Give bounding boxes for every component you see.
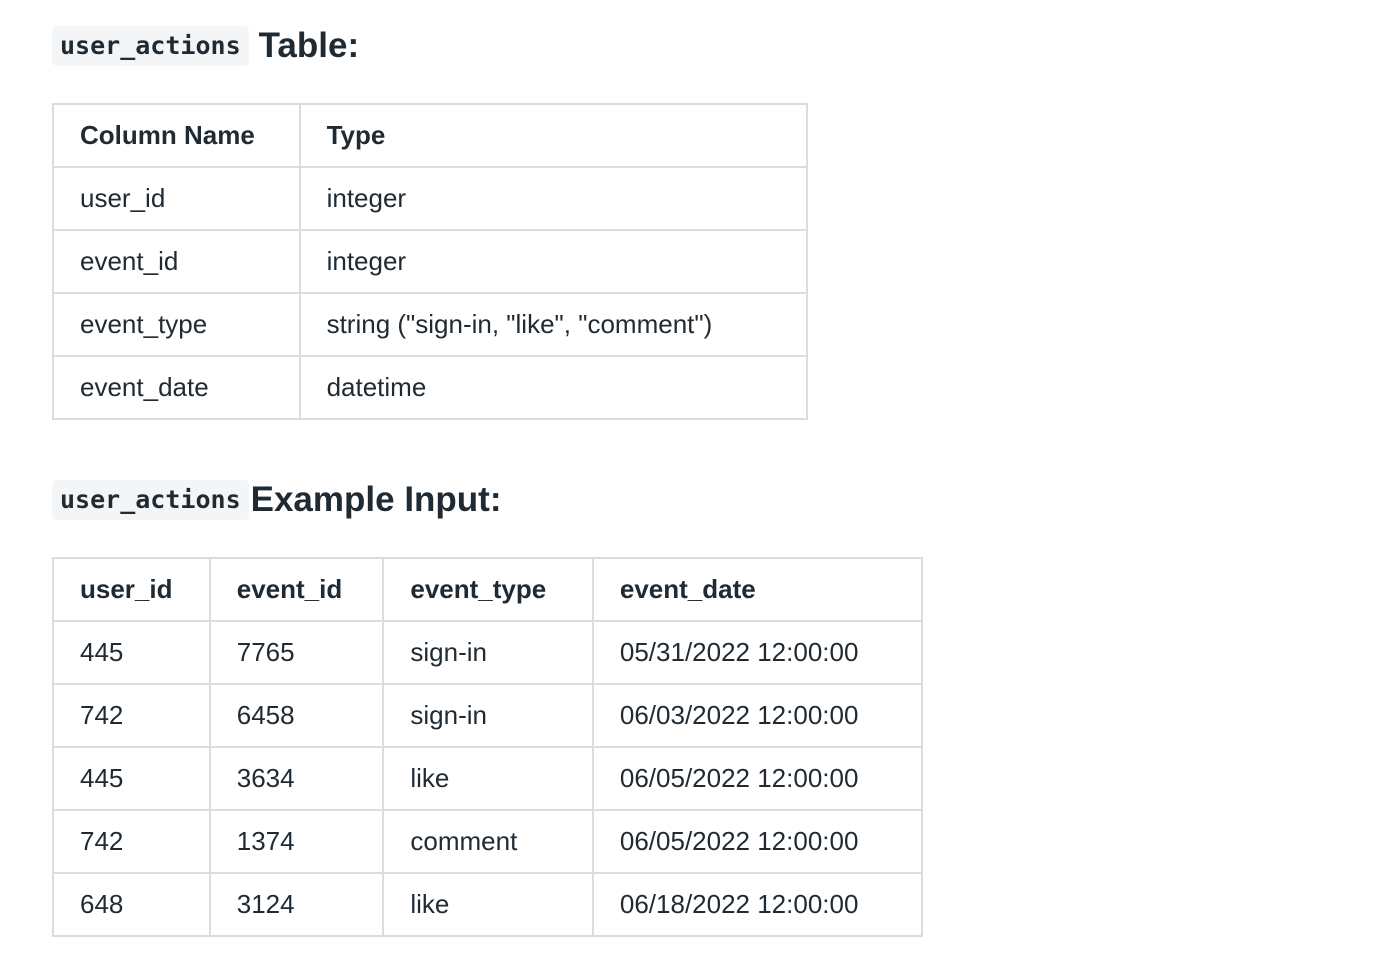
table-cell: integer <box>298 166 809 231</box>
table-cell: 742 <box>52 683 211 748</box>
table-cell: 445 <box>52 620 211 685</box>
table-cell: like <box>382 746 594 811</box>
column-header: user_id <box>52 557 211 622</box>
table-header-row: Column Name Type <box>52 103 809 168</box>
table-cell: event_date <box>52 355 301 420</box>
table-cell: 06/05/2022 12:00:00 <box>591 746 924 811</box>
table-cell: comment <box>382 809 594 874</box>
table-name-code: user_actions <box>52 26 249 66</box>
table-cell: sign-in <box>382 683 594 748</box>
table-row: 742 6458 sign-in 06/03/2022 12:00:00 <box>52 683 924 748</box>
table-cell: 742 <box>52 809 211 874</box>
table-cell: like <box>382 872 594 937</box>
table-name-code: user_actions <box>52 480 249 520</box>
table-row: event_id integer <box>52 229 809 294</box>
table-cell: 1374 <box>208 809 385 874</box>
table-cell: 06/03/2022 12:00:00 <box>591 683 924 748</box>
table-cell: 3124 <box>208 872 385 937</box>
table-row: event_type string ("sign-in, "like", "co… <box>52 292 809 357</box>
table-cell: event_type <box>52 292 301 357</box>
example-section-heading: user_actions Example Input: <box>52 480 502 520</box>
schema-table: Column Name Type user_id integer event_i… <box>52 103 809 420</box>
table-header-row: user_id event_id event_type event_date <box>52 557 924 622</box>
column-header: event_type <box>382 557 594 622</box>
column-header: event_id <box>208 557 385 622</box>
table-cell: 445 <box>52 746 211 811</box>
column-header: Column Name <box>52 103 301 168</box>
schema-heading-text: Table: <box>258 26 360 65</box>
table-cell: sign-in <box>382 620 594 685</box>
column-header: Type <box>298 103 809 168</box>
table-cell: 06/18/2022 12:00:00 <box>591 872 924 937</box>
column-header: event_date <box>591 557 924 622</box>
table-row: 445 7765 sign-in 05/31/2022 12:00:00 <box>52 620 924 685</box>
table-row: user_id integer <box>52 166 809 231</box>
table-row: 648 3124 like 06/18/2022 12:00:00 <box>52 872 924 937</box>
table-cell: 7765 <box>208 620 385 685</box>
table-cell: 3634 <box>208 746 385 811</box>
example-input-table: user_id event_id event_type event_date 4… <box>52 557 924 937</box>
table-row: 742 1374 comment 06/05/2022 12:00:00 <box>52 809 924 874</box>
table-cell: 05/31/2022 12:00:00 <box>591 620 924 685</box>
table-cell: 6458 <box>208 683 385 748</box>
table-cell: user_id <box>52 166 301 231</box>
example-heading-text: Example Input: <box>250 480 502 519</box>
table-cell: integer <box>298 229 809 294</box>
table-row: event_date datetime <box>52 355 809 420</box>
table-cell: event_id <box>52 229 301 294</box>
table-row: 445 3634 like 06/05/2022 12:00:00 <box>52 746 924 811</box>
table-cell: 648 <box>52 872 211 937</box>
table-cell: datetime <box>298 355 809 420</box>
table-cell: 06/05/2022 12:00:00 <box>591 809 924 874</box>
schema-section-heading: user_actions Table: <box>52 26 359 66</box>
table-cell: string ("sign-in, "like", "comment") <box>298 292 809 357</box>
